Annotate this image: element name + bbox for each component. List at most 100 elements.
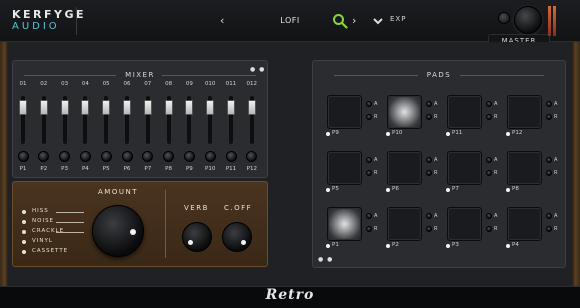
pad-release-knob[interactable] (426, 226, 432, 232)
fx-item-hiss[interactable]: HISS (32, 208, 49, 214)
pad-release-knob[interactable] (366, 226, 372, 232)
mixer-page-dots[interactable]: ● ● (250, 66, 265, 73)
channel-fader[interactable] (227, 100, 235, 115)
search-icon[interactable] (332, 13, 348, 29)
pad-release-knob[interactable] (486, 170, 492, 176)
pad-attack-knob[interactable] (366, 157, 372, 163)
pan-knob[interactable] (204, 151, 216, 162)
preset-next-button[interactable]: › (352, 14, 356, 27)
pad-p4[interactable] (507, 207, 542, 241)
pad-attack-label: A (494, 157, 498, 163)
fx-item-crackle[interactable]: CRACKLE (32, 228, 64, 234)
fx-item-vinyl[interactable]: VINYL (32, 238, 53, 244)
brand-subtitle: AUDIO (12, 21, 60, 32)
fx-item-led[interactable] (22, 230, 26, 234)
channel-fader[interactable] (123, 100, 131, 115)
pad-p11[interactable] (447, 95, 482, 129)
amount-knob[interactable] (92, 205, 144, 257)
pad-attack-knob[interactable] (546, 213, 552, 219)
pad-release-knob[interactable] (486, 114, 492, 120)
pad-attack-knob[interactable] (366, 213, 372, 219)
wood-side-left (0, 42, 8, 286)
master-trim-knob[interactable] (498, 12, 510, 24)
pad-release-knob[interactable] (426, 114, 432, 120)
pad-attack-knob[interactable] (486, 101, 492, 107)
pad-release-knob[interactable] (366, 170, 372, 176)
pad-label: P6 (392, 186, 399, 192)
amount-label: AMOUNT (98, 188, 138, 196)
fx-item-led[interactable] (22, 210, 26, 214)
pad-release-knob[interactable] (546, 170, 552, 176)
pad-attack-knob[interactable] (546, 157, 552, 163)
pad-led (506, 188, 510, 192)
pan-knob[interactable] (183, 151, 195, 162)
channel-fader[interactable] (39, 100, 48, 115)
pad-attack-label: A (554, 101, 558, 107)
pad-led (506, 132, 510, 136)
pads-page-dots[interactable]: ● ● (318, 256, 333, 263)
channel-fader[interactable] (247, 100, 256, 115)
pan-knob[interactable] (17, 151, 29, 162)
pan-knob[interactable] (121, 151, 133, 162)
channel-fader[interactable] (81, 100, 90, 115)
pad-label: P1 (332, 242, 339, 248)
master-volume-knob[interactable] (514, 6, 542, 34)
pad-p8[interactable] (507, 151, 542, 185)
exp-button[interactable]: EXP (390, 15, 406, 23)
brand-divider (76, 7, 77, 35)
channel-pan-label: P5 (102, 166, 110, 172)
channel-bus-label: 06 (123, 81, 131, 87)
pad-p12[interactable] (507, 95, 542, 129)
channel-fader[interactable] (60, 100, 69, 115)
pad-led (386, 244, 390, 248)
pad-label: P4 (512, 242, 519, 248)
pad-release-knob[interactable] (486, 226, 492, 232)
channel-fader[interactable] (185, 100, 194, 115)
pad-attack-knob[interactable] (426, 157, 432, 163)
pad-label: P11 (452, 130, 463, 136)
fx-item-cassette[interactable]: CASSETTE (32, 248, 68, 254)
pad-attack-knob[interactable] (366, 101, 372, 107)
fx-item-led[interactable] (22, 240, 26, 244)
pad-attack-label: A (554, 213, 558, 219)
mixer-title: MIXER (125, 71, 155, 79)
pad-attack-knob[interactable] (486, 157, 492, 163)
preset-name[interactable]: LOFI (240, 14, 340, 28)
pad-release-knob[interactable] (546, 114, 552, 120)
pad-label: P8 (512, 186, 519, 192)
fx-item-noise[interactable]: NOISE (32, 218, 54, 224)
pad-led (506, 244, 510, 248)
pad-p7[interactable] (447, 151, 482, 185)
pad-p6[interactable] (387, 151, 422, 185)
pad-attack-label: A (374, 213, 378, 219)
pad-attack-knob[interactable] (426, 213, 432, 219)
pad-attack-knob[interactable] (486, 213, 492, 219)
pad-p9[interactable] (327, 95, 362, 129)
channel-bus-label: 09 (185, 81, 193, 87)
pad-attack-knob[interactable] (426, 101, 432, 107)
pan-knob[interactable] (79, 151, 91, 162)
pad-p5[interactable] (327, 151, 362, 185)
chevron-down-icon[interactable] (372, 16, 384, 26)
pad-p10[interactable] (387, 95, 422, 129)
channel-bus-label: 010 (204, 81, 216, 87)
pad-release-knob[interactable] (366, 114, 372, 120)
channel-fader[interactable] (206, 100, 215, 115)
pad-release-knob[interactable] (546, 226, 552, 232)
pan-knob[interactable] (100, 151, 112, 162)
preset-prev-button[interactable]: ‹ (220, 14, 224, 27)
fx-item-led[interactable] (22, 250, 26, 254)
cutoff-knob[interactable] (222, 222, 252, 252)
verb-knob[interactable] (182, 222, 212, 252)
pad-p1[interactable] (327, 207, 362, 241)
channel-fader[interactable] (143, 100, 152, 115)
pan-knob[interactable] (225, 151, 237, 162)
channel-fader[interactable] (164, 100, 173, 115)
channel-fader[interactable] (102, 100, 111, 115)
pad-p3[interactable] (447, 207, 482, 241)
pad-attack-knob[interactable] (546, 101, 552, 107)
channel-fader[interactable] (19, 100, 27, 115)
pad-p2[interactable] (387, 207, 422, 241)
fx-item-led[interactable] (22, 220, 26, 224)
pad-release-knob[interactable] (426, 170, 432, 176)
